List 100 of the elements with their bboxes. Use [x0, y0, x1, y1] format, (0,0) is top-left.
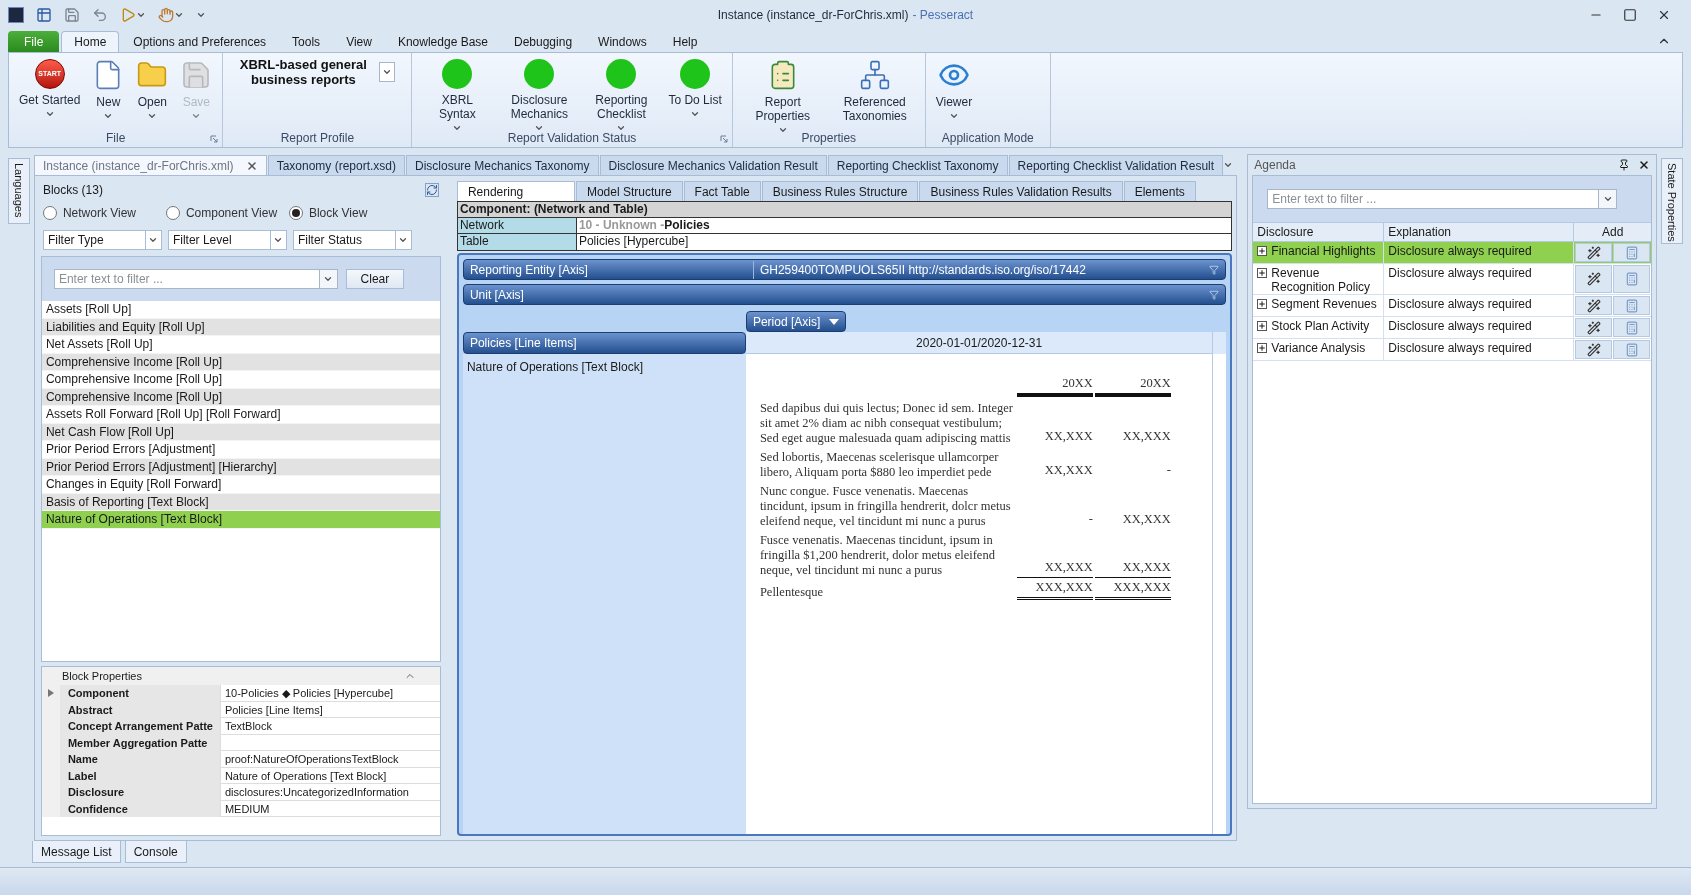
block-list-item[interactable]: Comprehensive Income [Roll Up]	[41, 371, 440, 389]
period-axis-button[interactable]: Period [Axis]	[745, 311, 846, 332]
editor-tab[interactable]: Elements	[1123, 181, 1196, 201]
file-tab[interactable]: File	[8, 31, 60, 52]
maximize-icon[interactable]	[1623, 8, 1637, 22]
column-header: Disclosure	[1253, 223, 1385, 241]
ribbon-button[interactable]: Open	[130, 57, 175, 121]
ribbon-tab[interactable]: Home	[61, 31, 120, 52]
close-icon[interactable]	[1638, 159, 1651, 171]
hand-icon[interactable]	[158, 7, 174, 23]
wand-button[interactable]	[1575, 340, 1613, 359]
magic-wand-icon	[1586, 320, 1601, 335]
block-list-item[interactable]: Net Assets [Roll Up]	[41, 336, 440, 354]
expand-icon[interactable]	[1257, 246, 1268, 256]
clear-button[interactable]: Clear	[345, 269, 404, 289]
document-tab[interactable]: Disclosure Mechanics Validation Result	[599, 155, 827, 175]
editor-tab[interactable]: Fact Table	[683, 181, 761, 201]
validation-status-button[interactable]: Disclosure Mechanics	[498, 57, 581, 133]
axis-bar[interactable]: Reporting Entity [Axis] GH259400TOMPUOLS65II http://standards.iso.org/iso/17442	[462, 259, 1227, 280]
caret-icon	[148, 235, 159, 245]
filter-dropdown[interactable]: Filter Type	[42, 230, 162, 250]
undo-icon[interactable]	[92, 7, 108, 23]
block-list-item[interactable]: Assets Roll Forward [Roll Up] [Roll Forward]	[41, 406, 440, 424]
ribbon-tab[interactable]: Options and Preferences	[121, 31, 279, 52]
view-radio[interactable]: Component View	[165, 204, 289, 222]
block-list-item[interactable]: Prior Period Errors [Adjustment]	[41, 441, 440, 459]
ribbon-tab[interactable]: Debugging	[502, 31, 585, 52]
expand-icon[interactable]	[1257, 343, 1268, 353]
amount-text: -	[1166, 463, 1171, 477]
document-tab[interactable]: Disclosure Mechanics Taxonomy	[406, 155, 599, 175]
document-tab[interactable]: Reporting Checklist Taxonomy	[827, 155, 1008, 175]
dialog-launcher-icon[interactable]	[719, 135, 728, 143]
editor-tab[interactable]: Business Rules Validation Results	[919, 181, 1123, 201]
wand-button[interactable]	[1575, 265, 1613, 293]
close-tab-icon[interactable]	[245, 159, 258, 172]
expand-icon[interactable]	[1257, 321, 1268, 331]
validation-status-button[interactable]: Reporting Checklist	[580, 57, 663, 133]
dropdown-button[interactable]	[1599, 189, 1618, 209]
block-list-item[interactable]: Nature of Operations [Text Block]	[41, 511, 440, 529]
agenda-filter-field[interactable]: Enter text to filter ...	[1267, 189, 1600, 209]
profile-dropdown-button[interactable]	[379, 62, 396, 82]
editor-tab[interactable]: Model Structure	[575, 181, 683, 201]
property-value: MEDIUM	[219, 800, 440, 817]
agenda-row[interactable]: Revenue Recognition Policy Disclosure always required	[1253, 264, 1652, 295]
agenda-row[interactable]: Financial Highlights Disclosure always required	[1253, 242, 1652, 264]
editor-tab[interactable]: Rendering	[456, 181, 575, 201]
filter-field[interactable]: Enter text to filter ...	[53, 269, 320, 289]
ribbon-tab[interactable]: Knowledge Base	[385, 31, 500, 52]
document-tab[interactable]: Taxonomy (report.xsd)	[267, 155, 405, 175]
amount-text: XX,XXX	[1044, 560, 1093, 574]
block-list-item[interactable]: Changes in Equity [Roll Forward]	[41, 476, 440, 494]
dialog-launcher-icon[interactable]	[210, 135, 219, 143]
ribbon-group-title: Report Profile	[280, 131, 355, 145]
state-properties-side-tab[interactable]: State Properties	[1661, 158, 1683, 244]
save-icon[interactable]	[64, 7, 80, 23]
run-icon[interactable]	[120, 7, 136, 23]
ribbon-group-title: File	[106, 131, 126, 145]
axis-bar[interactable]: Unit [Axis]	[462, 284, 1227, 305]
expand-icon[interactable]	[1257, 299, 1268, 309]
ribbon-tab[interactable]: View	[334, 31, 384, 52]
document-tab[interactable]: Reporting Checklist Validation Result	[1008, 155, 1224, 175]
filter-dropdown[interactable]: Filter Level	[167, 230, 287, 250]
bottom-tab[interactable]: Console	[124, 841, 187, 863]
block-list-item[interactable]: Assets [Roll Up]	[41, 301, 440, 319]
agenda-row[interactable]: Stock Plan Activity Disclosure always required	[1253, 317, 1652, 339]
ribbon-button[interactable]: Viewer	[929, 57, 979, 121]
amount-text: XXX,XXX	[1113, 579, 1171, 594]
xbrl-icon[interactable]	[36, 7, 52, 23]
amount-text: XX,XXX	[1122, 512, 1171, 526]
filter-icon[interactable]	[1209, 264, 1220, 275]
wand-button[interactable]	[1575, 296, 1613, 315]
close-icon[interactable]	[1657, 8, 1671, 22]
validation-status-button[interactable]: XBRL Syntax	[416, 57, 499, 133]
agenda-row[interactable]: Segment Revenues Disclosure always required	[1253, 295, 1652, 317]
network-icon	[858, 59, 891, 91]
view-radio[interactable]: Network View	[42, 204, 166, 222]
agenda-row[interactable]: Variance Analysis Disclosure always required	[1253, 339, 1652, 361]
refresh-icon[interactable]	[424, 183, 439, 197]
ribbon-tab[interactable]: Tools	[280, 31, 333, 52]
view-radio[interactable]: Block View	[288, 204, 412, 222]
filter-dropdown[interactable]: Filter Status	[292, 230, 412, 250]
ribbon-button[interactable]: Referenced Taxonomies	[828, 57, 921, 123]
magic-wand-icon	[1586, 298, 1601, 313]
ribbon-button[interactable]: New	[86, 57, 131, 121]
amount-text: XX,XXX	[1122, 429, 1171, 443]
caret-icon	[323, 274, 334, 284]
validation-status-button[interactable]: To Do List	[662, 57, 728, 119]
expand-icon[interactable]	[1257, 268, 1268, 278]
languages-side-tab[interactable]: Languages	[8, 158, 30, 224]
filter-icon[interactable]	[1209, 289, 1220, 300]
magic-wand-icon	[1586, 245, 1601, 260]
bottom-tab[interactable]: Message List	[32, 841, 121, 863]
pin-icon[interactable]	[1618, 159, 1631, 171]
ribbon-tab[interactable]: Windows	[586, 31, 659, 52]
document-tab[interactable]: Instance (instance_dr-ForChris.xml)	[33, 155, 267, 175]
wand-button[interactable]	[1575, 243, 1613, 262]
wand-button[interactable]	[1575, 318, 1613, 337]
expand-arrow-icon[interactable]	[47, 689, 54, 698]
editor-tab[interactable]: Business Rules Structure	[761, 181, 919, 201]
ribbon-tab[interactable]: Help	[660, 31, 710, 52]
